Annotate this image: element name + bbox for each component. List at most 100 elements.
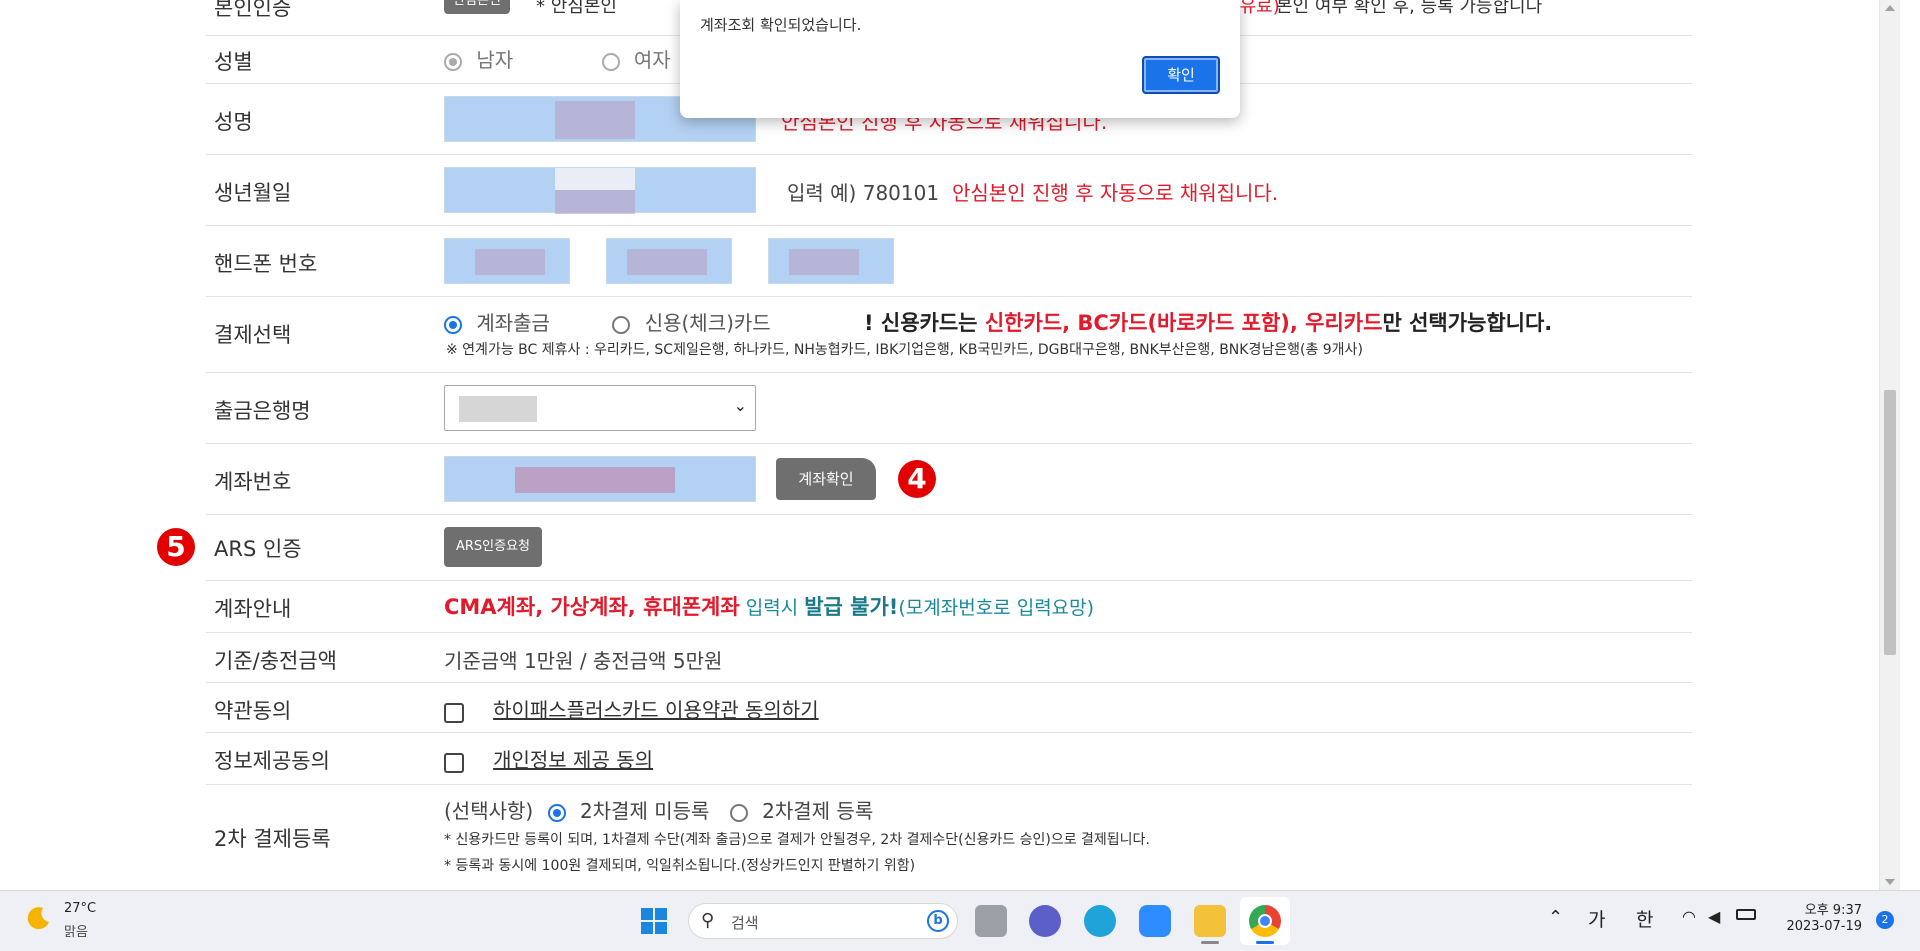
terms-link[interactable]: 하이패스플러스카드 이용약관 동의하기 bbox=[493, 698, 819, 722]
file-explorer-icon[interactable] bbox=[1194, 905, 1226, 937]
account-input[interactable] bbox=[444, 456, 756, 502]
birth-label: 생년월일 bbox=[214, 181, 292, 205]
terms-label: 약관동의 bbox=[214, 699, 292, 723]
phone-input-3[interactable] bbox=[768, 238, 894, 284]
battery-icon[interactable] bbox=[1736, 909, 1756, 920]
privacy-link[interactable]: 개인정보 제공 동의 bbox=[493, 748, 653, 772]
payment-notice-suffix: 만 선택가능합니다. bbox=[1382, 311, 1553, 335]
terms-row: 약관동의 하이패스플러스카드 이용약관 동의하기 bbox=[206, 683, 1692, 733]
start-icon[interactable] bbox=[640, 907, 668, 935]
bank-label: 출금은행명 bbox=[214, 399, 311, 423]
gender-male-radio[interactable] bbox=[444, 52, 462, 71]
payment-notice-prefix: ! 신용카드는 bbox=[864, 311, 985, 335]
weather-desc: 맑음 bbox=[64, 925, 88, 940]
dialog-message: 계좌조회 확인되었습니다. bbox=[700, 16, 862, 34]
chrome-icon[interactable] bbox=[1249, 905, 1281, 937]
bank-row: 출금은행명 ⌄ bbox=[206, 373, 1692, 444]
second-payment-register-radio[interactable] bbox=[729, 803, 748, 822]
account-guide-red: CMA계좌, 가상계좌, 휴대폰계좌 bbox=[444, 595, 740, 619]
phone-label: 핸드폰 번호 bbox=[214, 252, 318, 276]
taskbar-search[interactable]: ⚲ 검색 b bbox=[688, 903, 958, 939]
gender-female-radio[interactable] bbox=[601, 52, 620, 71]
page-scrollbar[interactable] bbox=[1879, 0, 1900, 890]
top-partial-label: 본인인증 bbox=[214, 0, 292, 20]
payment-account-label: 계좌출금 bbox=[476, 311, 550, 335]
payment-label: 결제선택 bbox=[214, 323, 292, 347]
account-row: 계좌번호 계좌확인 4 bbox=[206, 444, 1692, 515]
phone-inputs bbox=[444, 238, 894, 284]
bank-select[interactable]: ⌄ bbox=[444, 385, 756, 431]
terms-checkbox[interactable] bbox=[444, 702, 464, 723]
phone-row: 핸드폰 번호 bbox=[206, 226, 1692, 297]
step-5-badge: 5 bbox=[157, 528, 195, 566]
moon-weather-icon[interactable] bbox=[26, 905, 52, 931]
search-icon: ⚲ bbox=[701, 910, 715, 931]
ime-mode-1[interactable]: 가 bbox=[1588, 905, 1605, 932]
amount-row: 기준/충전금액 기준금액 1만원 / 충전금액 5만원 bbox=[206, 633, 1692, 683]
chevron-down-icon: ⌄ bbox=[733, 396, 747, 415]
phone-input-1[interactable] bbox=[444, 238, 570, 284]
second-payment-row: 2차 결제등록 (선택사항) 2차결제 미등록 2차결제 등록 * 신용카드만 … bbox=[206, 785, 1692, 885]
payment-account-radio[interactable] bbox=[444, 315, 462, 334]
wifi-icon[interactable]: ◠ bbox=[1682, 907, 1696, 926]
account-guide-label: 계좌안내 bbox=[214, 597, 292, 621]
zoom-icon[interactable] bbox=[1139, 905, 1171, 937]
account-check-button[interactable]: 계좌확인 bbox=[776, 458, 876, 500]
ars-label: ARS 인증 bbox=[214, 537, 302, 561]
chevron-up-icon[interactable]: ⌃ bbox=[1548, 907, 1563, 928]
second-payment-register-label: 2차결제 등록 bbox=[762, 799, 874, 823]
web-page: 본인인증 안심본인 * 안심본인 스(유료) 본인 여부 확인 후, 등록 가능… bbox=[0, 0, 1900, 890]
ars-request-button[interactable]: ARS인증요청 bbox=[444, 527, 542, 567]
step-4-badge: 4 bbox=[898, 460, 936, 498]
top-partial-text: * 안심본인 bbox=[536, 0, 617, 17]
scrollbar-thumb[interactable] bbox=[1884, 390, 1896, 655]
account-guide-tail: (모계좌번호로 입력요망) bbox=[898, 597, 1095, 619]
gender-female-label: 여자 bbox=[633, 48, 671, 72]
clock-time[interactable]: 오후 9:37 bbox=[1780, 899, 1862, 918]
account-guide-mid: 입력시 bbox=[739, 597, 805, 619]
registration-form: 본인인증 안심본인 * 안심본인 스(유료) 본인 여부 확인 후, 등록 가능… bbox=[157, 0, 1692, 885]
payment-card-radio[interactable] bbox=[612, 315, 631, 334]
scroll-up-icon[interactable] bbox=[1885, 5, 1895, 11]
volume-icon[interactable]: ◀ bbox=[1708, 907, 1720, 926]
payment-card-label: 신용(체크)카드 bbox=[644, 311, 771, 335]
chat-icon[interactable] bbox=[1029, 905, 1061, 937]
scroll-down-icon[interactable] bbox=[1885, 879, 1895, 885]
name-label: 성명 bbox=[214, 110, 253, 134]
weather-temp: 27°C bbox=[64, 901, 97, 916]
account-guide-text: CMA계좌, 가상계좌, 휴대폰계좌 입력시 발급 불가!(모계좌번호로 입력요… bbox=[444, 591, 1094, 621]
birth-row: 생년월일 입력 예) 780101 안심본인 진행 후 자동으로 채워집니다. bbox=[206, 155, 1692, 226]
search-placeholder: 검색 bbox=[731, 914, 759, 932]
birth-input[interactable] bbox=[444, 167, 756, 214]
task-view-icon[interactable] bbox=[975, 905, 1007, 937]
gender-label: 성별 bbox=[214, 50, 253, 74]
second-payment-none-label: 2차결제 미등록 bbox=[579, 799, 710, 823]
edge-icon[interactable] bbox=[1084, 905, 1116, 937]
notification-badge[interactable]: 2 bbox=[1876, 911, 1894, 929]
privacy-field: 개인정보 제공 동의 bbox=[444, 744, 653, 773]
birth-note: 안심본인 진행 후 자동으로 채워집니다. bbox=[952, 181, 1279, 205]
gender-options: 남자 여자 bbox=[444, 44, 671, 73]
ars-row: 5 ARS 인증 ARS인증요청 bbox=[157, 515, 1692, 581]
chrome-running-indicator bbox=[1256, 941, 1274, 944]
terms-field: 하이패스플러스카드 이용약관 동의하기 bbox=[444, 694, 819, 723]
clock-date[interactable]: 2023-07-19 bbox=[1780, 919, 1862, 934]
bing-icon[interactable]: b bbox=[927, 910, 949, 932]
second-payment-none-radio[interactable] bbox=[547, 803, 566, 822]
explorer-running-indicator bbox=[1201, 941, 1219, 944]
ime-mode-2[interactable]: 한 bbox=[1636, 905, 1653, 932]
gender-male-label: 남자 bbox=[476, 48, 514, 72]
taskbar: 27°C 맑음 ⚲ 검색 b ⌃ 가 한 ◠ ◀ 오후 9:37 2023-07… bbox=[0, 890, 1920, 951]
phone-input-2[interactable] bbox=[606, 238, 732, 284]
amount-label: 기준/충전금액 bbox=[214, 649, 337, 673]
dialog-ok-button[interactable]: 확인 bbox=[1142, 56, 1220, 94]
top-partial-right: 본인 여부 확인 후, 등록 가능합니다 bbox=[1276, 0, 1543, 17]
account-label: 계좌번호 bbox=[214, 470, 292, 494]
privacy-checkbox[interactable] bbox=[444, 752, 464, 773]
payment-options: 계좌출금 신용(체크)카드 bbox=[444, 307, 771, 336]
second-payment-note-1: * 신용카드만 등록이 되며, 1차결제 수단(계좌 출금)으로 결제가 안될경… bbox=[444, 832, 1150, 848]
payment-notice: ! 신용카드는 신한카드, BC카드(바로카드 포함), 우리카드만 선택가능합… bbox=[864, 307, 1552, 337]
privacy-row: 정보제공동의 개인정보 제공 동의 bbox=[206, 733, 1692, 785]
second-payment-label: 2차 결제등록 bbox=[214, 827, 331, 851]
identity-verify-button[interactable]: 안심본인 bbox=[444, 0, 510, 14]
